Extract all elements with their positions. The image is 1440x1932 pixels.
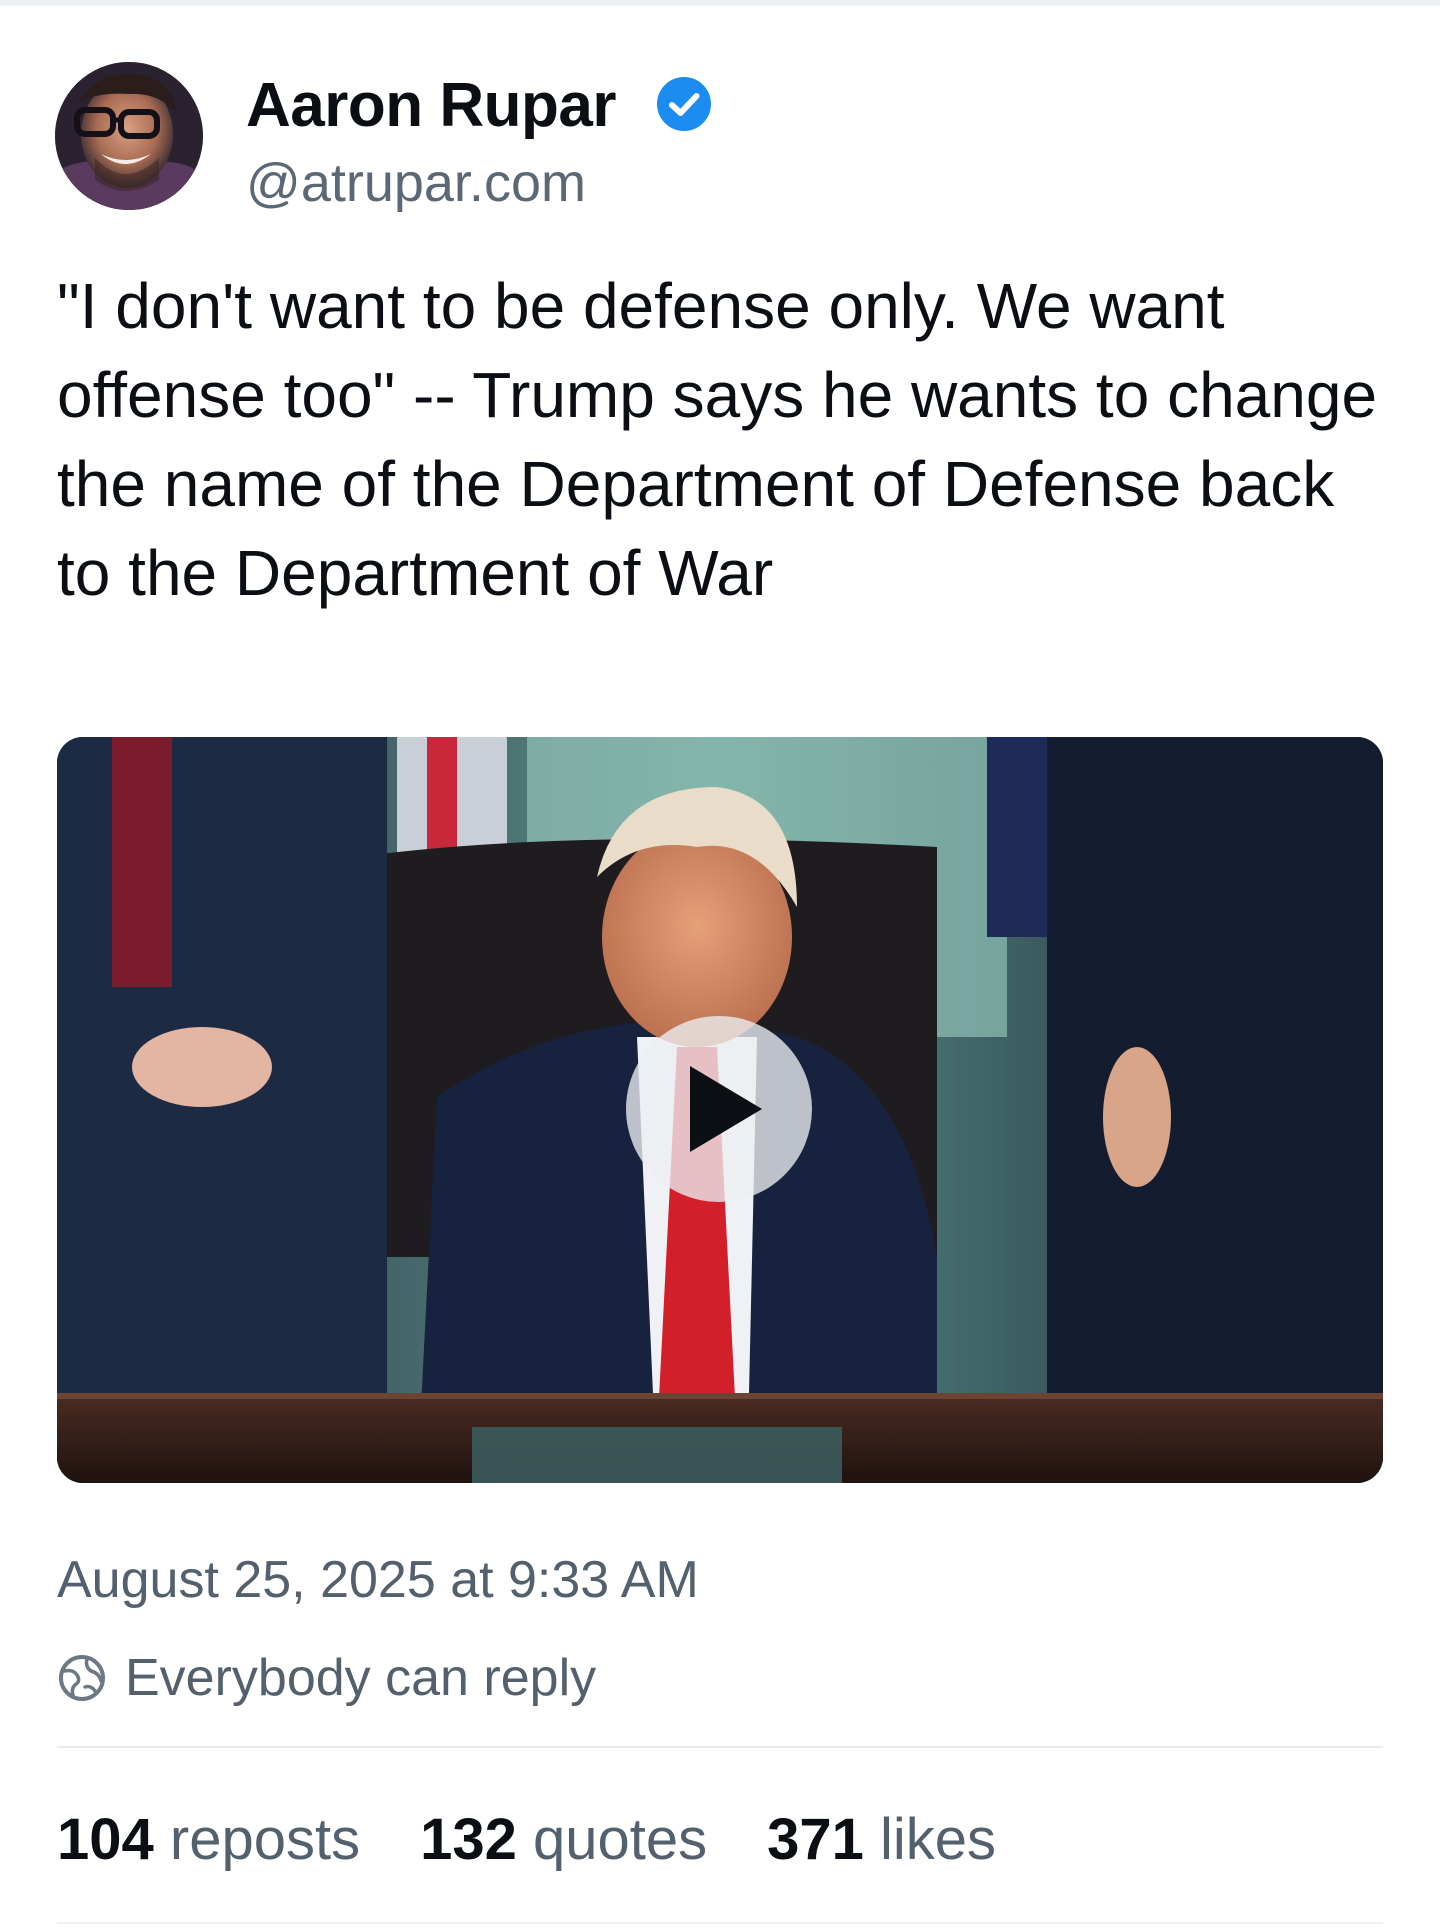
reply-setting[interactable]: Everybody can reply (57, 1646, 596, 1710)
quotes-stat[interactable]: 132 quotes (420, 1805, 707, 1875)
bottom-divider (57, 1922, 1383, 1924)
play-button[interactable] (626, 1016, 812, 1202)
quotes-count: 132 (420, 1807, 533, 1872)
author-handle[interactable]: @atrupar.com (246, 150, 586, 216)
stats-divider (57, 1746, 1383, 1748)
post-text: "I don't want to be defense only. We wan… (57, 270, 1395, 609)
post-timestamp[interactable]: August 25, 2025 at 9:33 AM (57, 1548, 699, 1612)
likes-label: likes (880, 1807, 997, 1872)
globe-icon (59, 1655, 105, 1701)
engagement-stats: 104 reposts 132 quotes 371 likes (57, 1805, 1056, 1875)
avatar-image (55, 62, 203, 210)
reposts-count: 104 (57, 1807, 170, 1872)
post-detail: Aaron Rupar @atrupar.com "I don't want t… (0, 0, 1440, 1932)
quotes-label: quotes (532, 1807, 708, 1872)
likes-stat[interactable]: 371 likes (767, 1805, 996, 1875)
reply-setting-label: Everybody can reply (125, 1649, 597, 1707)
play-icon (690, 1066, 762, 1152)
reposts-label: reposts (169, 1807, 361, 1872)
verified-badge-icon (657, 77, 711, 131)
reposts-stat[interactable]: 104 reposts (57, 1805, 360, 1875)
likes-count: 371 (767, 1807, 881, 1872)
avatar[interactable] (55, 62, 203, 210)
author-display-name[interactable]: Aaron Rupar (246, 68, 616, 144)
